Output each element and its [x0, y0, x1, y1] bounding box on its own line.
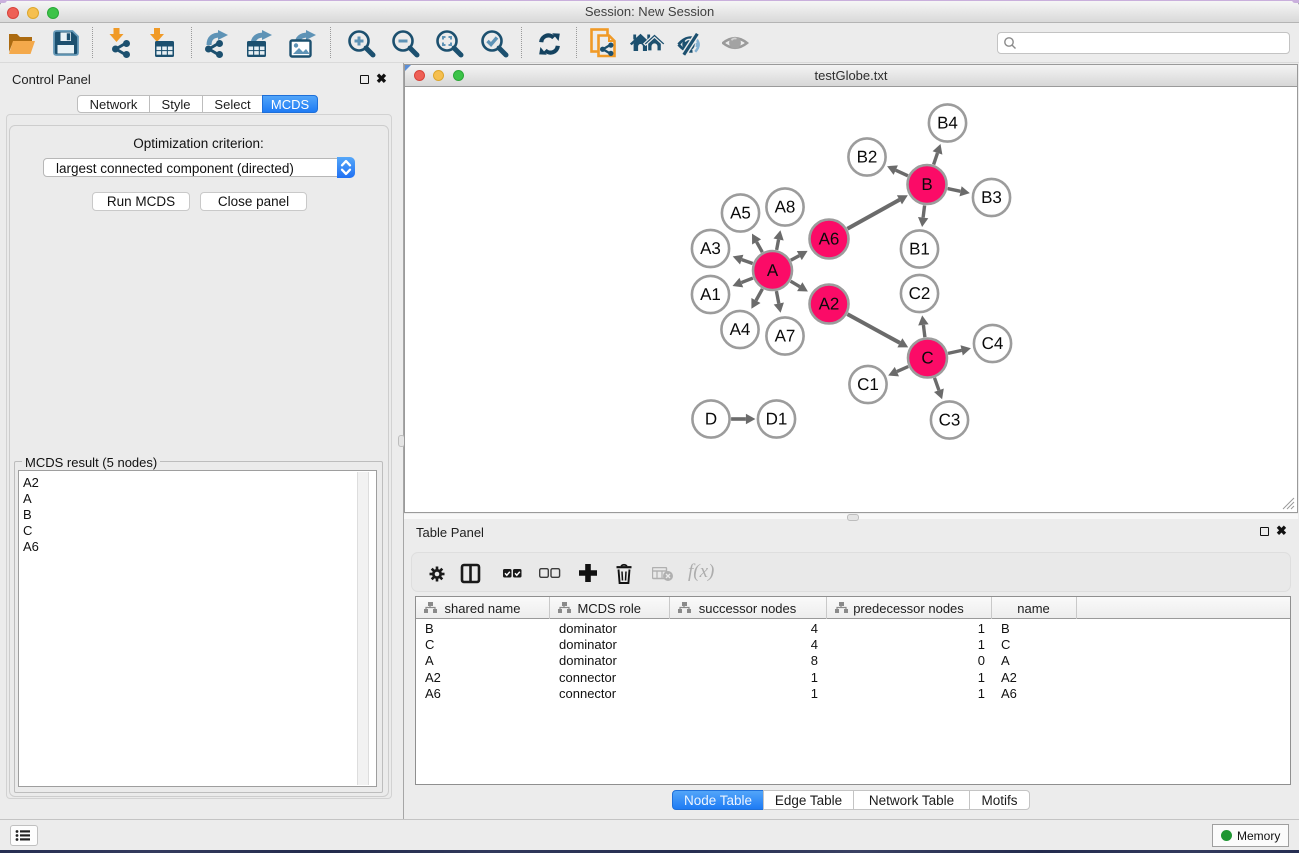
svg-text:A4: A4	[730, 320, 751, 339]
svg-text:C: C	[921, 349, 933, 368]
svg-text:A1: A1	[700, 285, 721, 304]
svg-text:C2: C2	[909, 284, 931, 303]
svg-text:D1: D1	[766, 410, 788, 429]
svg-text:D: D	[705, 410, 717, 429]
svg-text:A2: A2	[819, 295, 840, 314]
svg-text:B1: B1	[909, 240, 930, 259]
svg-text:B3: B3	[981, 188, 1002, 207]
svg-text:C4: C4	[982, 334, 1004, 353]
svg-text:A6: A6	[819, 230, 840, 249]
svg-text:A: A	[767, 261, 779, 280]
svg-text:B2: B2	[857, 148, 878, 167]
svg-text:B4: B4	[937, 114, 958, 133]
svg-text:B: B	[921, 175, 932, 194]
svg-text:A3: A3	[700, 239, 721, 258]
svg-text:C1: C1	[857, 375, 879, 394]
svg-text:A8: A8	[775, 198, 796, 217]
svg-text:A5: A5	[730, 204, 751, 223]
svg-text:C3: C3	[939, 411, 961, 430]
svg-text:A7: A7	[775, 327, 796, 346]
